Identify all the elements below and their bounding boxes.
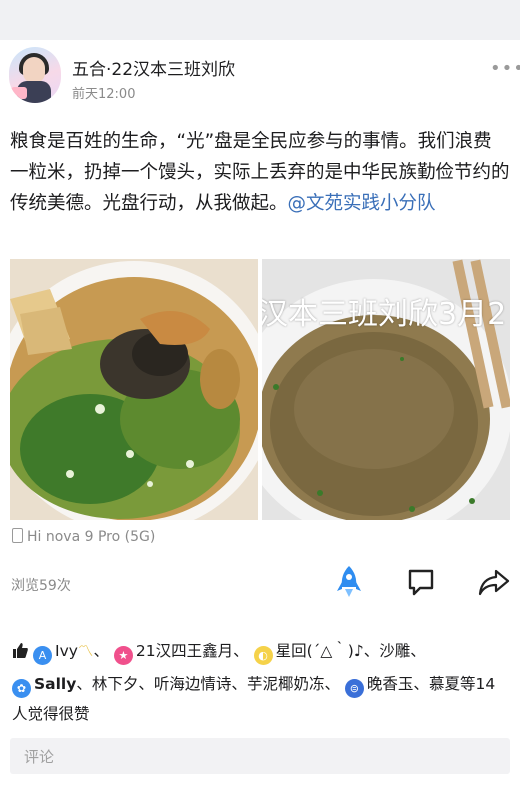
separator: 、 <box>231 675 247 693</box>
more-icon[interactable]: ••• <box>490 58 520 79</box>
top-strip <box>0 0 520 40</box>
thumb-up-icon <box>12 639 29 669</box>
view-count: 浏览59次 <box>11 578 71 594</box>
comment-placeholder: 评论 <box>24 748 55 766</box>
liker-name[interactable]: 21汉四王鑫月 <box>136 642 233 660</box>
separator: 、 <box>138 675 154 693</box>
rocket-icon[interactable] <box>334 565 364 599</box>
liker-avatar-icon: ★ <box>113 646 133 665</box>
liker-name[interactable]: Ivy <box>55 642 78 660</box>
liker-avatar-icon: ✿ <box>12 679 31 698</box>
liker-avatar-icon: ⊜ <box>344 679 364 698</box>
separator: 、 <box>93 642 109 660</box>
separator: 、 <box>363 642 380 660</box>
comment-input[interactable]: 评论 <box>10 738 510 774</box>
photo-noodles[interactable] <box>10 259 258 520</box>
liker-name[interactable]: 沙雕 <box>379 642 410 660</box>
photo-empty-bowl[interactable]: 汉本三班刘欣3月2 <box>262 259 510 520</box>
separator: 、 <box>76 675 92 693</box>
separator: 、 <box>413 675 429 693</box>
device-label: Hi nova 9 Pro (5G) <box>12 528 155 545</box>
liker-name[interactable]: 林下夕 <box>92 675 139 693</box>
photo-caption: 汉本三班刘欣3月2 <box>262 297 507 332</box>
liker-name[interactable]: 芋泥椰奶冻 <box>247 675 325 693</box>
liker-name[interactable]: 星回(´△｀)♪ <box>276 642 364 660</box>
post-time: 前天12:00 <box>72 87 136 102</box>
post-text: 粮食是百姓的生命，“光”盘是全民应参与的事情。我们浪费一粒米，扔掉一个馒头，实际… <box>10 126 510 219</box>
liker-name[interactable]: 慕夏 <box>429 675 460 693</box>
comment-icon[interactable] <box>406 567 436 601</box>
author-name[interactable]: 五合·22汉本三班刘欣 <box>72 55 235 80</box>
liker-name[interactable]: 听海边情诗 <box>154 675 232 693</box>
share-icon[interactable] <box>478 567 510 601</box>
liker-avatar-icon: ◐ <box>253 646 273 665</box>
liker-name[interactable]: Sally <box>34 675 76 693</box>
avatar[interactable] <box>9 47 61 103</box>
liker-name[interactable]: 晚香玉 <box>367 675 414 693</box>
separator: 、 <box>324 675 340 693</box>
device-text: Hi nova 9 Pro (5G) <box>27 529 156 545</box>
phone-icon <box>12 528 23 543</box>
separator: 、 <box>410 642 426 660</box>
mention-link[interactable]: @文苑实践小分队 <box>288 193 436 214</box>
likes-list: A Ivy〽、 ★ 21汉四王鑫月、 ◐ 星回(´△｀)♪、沙雕、 ✿ Sally、林下… <box>12 636 510 729</box>
separator: 、 <box>233 642 249 660</box>
liker-avatar-icon: A <box>33 646 52 665</box>
